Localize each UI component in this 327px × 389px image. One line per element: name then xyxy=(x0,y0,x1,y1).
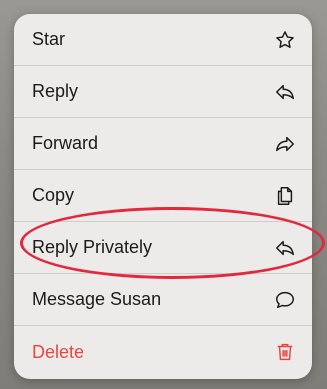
menu-item-delete[interactable]: Delete xyxy=(14,326,312,378)
menu-item-label: Reply Privately xyxy=(32,237,153,257)
chat-bubble-icon xyxy=(274,289,296,311)
trash-icon xyxy=(274,341,296,363)
menu-item-copy[interactable]: Copy xyxy=(14,170,312,222)
forward-icon xyxy=(274,133,296,155)
menu-item-forward[interactable]: Forward xyxy=(14,118,312,170)
reply-private-icon xyxy=(274,237,296,259)
menu-item-label: Star xyxy=(32,29,66,49)
copy-icon xyxy=(274,185,296,207)
menu-item-message-susan[interactable]: Message Susan xyxy=(14,274,312,326)
menu-item-label: Delete xyxy=(32,341,85,362)
menu-item-label: Forward xyxy=(32,133,99,153)
menu-item-label: Copy xyxy=(32,185,75,205)
menu-item-star[interactable]: Star xyxy=(14,14,312,66)
context-menu: Star Reply Forward Copy Reply Privately … xyxy=(14,14,312,379)
menu-item-label: Reply xyxy=(32,81,79,101)
menu-item-reply-privately[interactable]: Reply Privately xyxy=(14,222,312,274)
menu-item-reply[interactable]: Reply xyxy=(14,66,312,118)
menu-item-label: Message Susan xyxy=(32,289,162,309)
star-icon xyxy=(274,29,296,51)
reply-icon xyxy=(274,81,296,103)
